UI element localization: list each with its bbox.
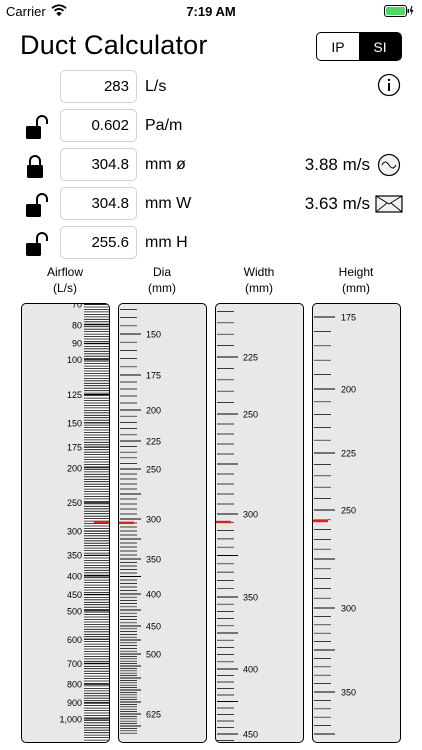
diameter-unit-label: mm ø (145, 156, 186, 173)
tick-label: 300 (67, 527, 82, 537)
tick-label: 225 (146, 437, 161, 447)
tick-label: 450 (67, 590, 82, 600)
tick-label: 175 (341, 313, 356, 323)
unit-ip-option[interactable]: IP (317, 33, 359, 60)
airflow-row: L/s (0, 70, 422, 106)
tick-label: 300 (146, 515, 161, 525)
tick-label: 350 (146, 555, 161, 565)
height-row: mm H (0, 226, 422, 262)
round-velocity: 3.88 m/s (304, 155, 370, 174)
unit-si-option[interactable]: SI (359, 33, 401, 60)
tick-label: 400 (243, 665, 258, 675)
airflow-header-unit: (L/s) (53, 281, 77, 295)
width-header-unit: (mm) (245, 281, 273, 295)
airflow-scale[interactable]: 70 80 90 100 125 150 175 200 250 300 350 400 450 500 6… (21, 303, 110, 743)
tick-label: 500 (146, 650, 161, 660)
width-column-header: Width (mm) (219, 264, 299, 296)
airflow-header-title: Airflow (46, 265, 83, 279)
width-scale[interactable]: 225 250 300 350 400 450 (215, 303, 304, 743)
round-duct-icon (377, 153, 401, 182)
tick-label: 200 (146, 406, 161, 416)
rectangular-duct-icon (375, 195, 403, 218)
width-scale-graphic: 225 250 300 350 400 450 (216, 311, 258, 741)
diameter-row: mm ø 3.88 m/s (0, 148, 422, 184)
dia-header-unit: (mm) (148, 281, 176, 295)
tick-label: 225 (243, 353, 258, 363)
tick-label: 250 (67, 498, 82, 508)
height-field[interactable] (60, 226, 137, 259)
tick-label: 450 (146, 622, 161, 632)
status-bar: Carrier 7:19 AM (0, 0, 422, 22)
info-icon[interactable] (377, 73, 401, 102)
tick-label: 350 (243, 593, 258, 603)
tick-label: 175 (146, 371, 161, 381)
unlock-icon[interactable] (25, 115, 53, 141)
tick-label: 200 (67, 463, 82, 473)
tick-label: 800 (67, 680, 82, 690)
tick-label: 625 (146, 710, 161, 720)
airflow-scale-graphic: 70 80 90 100 125 150 175 200 250 300 350 400 450 500 6… (59, 304, 109, 742)
tick-label: 150 (146, 330, 161, 340)
unlock-icon[interactable] (25, 193, 53, 219)
dia-header-title: Dia (152, 265, 171, 279)
tick-label: 500 (67, 606, 82, 616)
height-column-header: Height (mm) (316, 264, 396, 296)
tick-label: 250 (243, 410, 258, 420)
diameter-field[interactable] (60, 148, 137, 181)
height-header-unit: (mm) (342, 281, 370, 295)
tick-label: 300 (341, 604, 356, 614)
friction-row: Pa/m (0, 109, 422, 145)
dia-column-header: Dia (mm) (122, 264, 202, 296)
tick-label: 350 (67, 551, 82, 561)
unit-segmented-control[interactable]: IP SI (316, 32, 402, 61)
tick-label: 900 (67, 698, 82, 708)
tick-label: 250 (341, 506, 356, 516)
friction-unit-label: Pa/m (145, 117, 183, 134)
width-header-title: Width (243, 265, 275, 279)
battery-icon (384, 5, 414, 20)
tick-label: 300 (243, 510, 258, 520)
height-header-title: Height (338, 265, 374, 279)
tick-label: 200 (341, 385, 356, 395)
tick-label: 225 (341, 449, 356, 459)
tick-label: 70 (72, 304, 82, 310)
tick-label: 700 (67, 659, 82, 669)
lock-icon[interactable] (25, 154, 53, 180)
height-scale[interactable]: 175 200 225 250 300 350 (312, 303, 401, 743)
width-row: mm W 3.63 m/s (0, 187, 422, 223)
page-title: Duct Calculator (20, 30, 208, 60)
airflow-column-header: Airflow (L/s) (25, 264, 105, 296)
tick-label: 450 (243, 730, 258, 740)
tick-label: 600 (67, 635, 82, 645)
tick-label: 400 (146, 590, 161, 600)
tick-label: 150 (67, 418, 82, 428)
friction-field[interactable] (60, 109, 137, 142)
unlock-icon[interactable] (25, 232, 53, 258)
status-time: 7:19 AM (186, 4, 236, 19)
tick-label: 100 (67, 355, 82, 365)
tick-label: 1,000 (59, 715, 82, 725)
width-unit-label: mm W (145, 195, 192, 212)
tick-label: 80 (72, 320, 82, 330)
airflow-unit-label: L/s (145, 78, 167, 95)
width-field[interactable] (60, 187, 137, 220)
tick-label: 250 (146, 465, 161, 475)
airflow-field[interactable] (60, 70, 137, 103)
tick-label: 400 (67, 572, 82, 582)
height-unit-label: mm H (145, 234, 188, 251)
tick-label: 350 (341, 688, 356, 698)
tick-label: 175 (67, 443, 82, 453)
dia-scale-graphic: 150 175 200 225 250 300 350 400 450 500 625 (119, 309, 161, 734)
dia-scale[interactable]: 150 175 200 225 250 300 350 400 450 500 625 (118, 303, 207, 743)
tick-label: 125 (67, 390, 82, 400)
rectangular-velocity: 3.63 m/s (304, 194, 370, 213)
height-scale-graphic: 175 200 225 250 300 350 (313, 313, 356, 735)
tick-label: 90 (72, 339, 82, 349)
